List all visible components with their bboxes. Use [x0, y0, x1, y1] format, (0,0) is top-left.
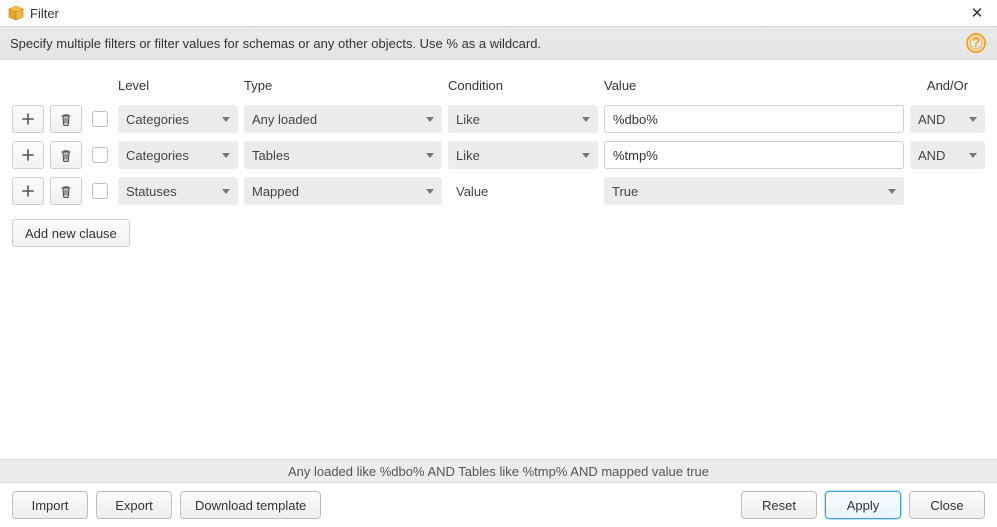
condition-select-label: Like — [456, 112, 576, 127]
chevron-down-icon — [222, 117, 230, 122]
chevron-down-icon — [222, 189, 230, 194]
level-select[interactable]: Categories — [118, 141, 238, 169]
chevron-down-icon — [969, 153, 977, 158]
apply-button[interactable]: Apply — [825, 491, 901, 519]
chevron-down-icon — [426, 153, 434, 158]
header-condition: Condition — [448, 78, 598, 93]
clause-row: Statuses Mapped Value True — [12, 177, 985, 205]
header-blank-actions — [12, 80, 24, 92]
type-select-label: Any loaded — [252, 112, 420, 127]
filter-summary-text: Any loaded like %dbo% AND Tables like %t… — [288, 464, 709, 479]
row-checkbox[interactable] — [92, 111, 108, 127]
level-select-label: Categories — [126, 148, 216, 163]
header-level: Level — [118, 78, 238, 93]
add-row-button[interactable] — [12, 105, 44, 133]
header-value: Value — [604, 78, 904, 93]
chevron-down-icon — [582, 117, 590, 122]
chevron-down-icon — [222, 153, 230, 158]
delete-row-button[interactable] — [50, 177, 82, 205]
type-select[interactable]: Any loaded — [244, 105, 442, 133]
add-row-button[interactable] — [12, 141, 44, 169]
value-select[interactable]: True — [604, 177, 904, 205]
value-select-label: True — [612, 184, 882, 199]
chevron-down-icon — [888, 189, 896, 194]
window-title: Filter — [30, 6, 965, 21]
chevron-down-icon — [426, 117, 434, 122]
chevron-down-icon — [426, 189, 434, 194]
level-select[interactable]: Statuses — [118, 177, 238, 205]
window-close-button[interactable]: ✕ — [965, 6, 989, 21]
andor-select-label: AND — [918, 148, 963, 163]
svg-text:?: ? — [972, 35, 980, 50]
value-input[interactable] — [604, 141, 904, 169]
info-bar: Specify multiple filters or filter value… — [0, 26, 997, 60]
info-text: Specify multiple filters or filter value… — [10, 36, 541, 51]
add-row-button[interactable] — [12, 177, 44, 205]
type-select[interactable]: Mapped — [244, 177, 442, 205]
andor-select-label: AND — [918, 112, 963, 127]
header-andor: And/Or — [910, 78, 985, 93]
header-type: Type — [244, 78, 442, 93]
type-select[interactable]: Tables — [244, 141, 442, 169]
app-box-icon — [8, 5, 24, 21]
andor-select[interactable]: AND — [910, 105, 985, 133]
import-button[interactable]: Import — [12, 491, 88, 519]
level-select[interactable]: Categories — [118, 105, 238, 133]
delete-row-button[interactable] — [50, 105, 82, 133]
condition-select[interactable]: Like — [448, 105, 598, 133]
filter-grid: Level Type Condition Value And/Or Catego… — [0, 60, 997, 247]
chevron-down-icon — [582, 153, 590, 158]
level-select-label: Categories — [126, 112, 216, 127]
download-template-button[interactable]: Download template — [180, 491, 321, 519]
chevron-down-icon — [969, 117, 977, 122]
reset-button[interactable]: Reset — [741, 491, 817, 519]
titlebar: Filter ✕ — [0, 0, 997, 26]
type-select-label: Mapped — [252, 184, 420, 199]
row-checkbox[interactable] — [92, 147, 108, 163]
condition-static: Value — [448, 177, 598, 205]
level-select-label: Statuses — [126, 184, 216, 199]
filter-summary-bar: Any loaded like %dbo% AND Tables like %t… — [0, 459, 997, 483]
help-icon[interactable]: ? — [965, 32, 987, 54]
value-input[interactable] — [604, 105, 904, 133]
clause-row: Categories Any loaded Like AND — [12, 105, 985, 133]
condition-select-label: Like — [456, 148, 576, 163]
column-headers: Level Type Condition Value And/Or — [12, 78, 985, 93]
add-new-clause-button[interactable]: Add new clause — [12, 219, 130, 247]
delete-row-button[interactable] — [50, 141, 82, 169]
clause-row: Categories Tables Like AND — [12, 141, 985, 169]
footer: Import Export Download template Reset Ap… — [0, 483, 997, 527]
row-checkbox[interactable] — [92, 183, 108, 199]
type-select-label: Tables — [252, 148, 420, 163]
condition-select[interactable]: Like — [448, 141, 598, 169]
andor-select[interactable]: AND — [910, 141, 985, 169]
export-button[interactable]: Export — [96, 491, 172, 519]
close-button[interactable]: Close — [909, 491, 985, 519]
